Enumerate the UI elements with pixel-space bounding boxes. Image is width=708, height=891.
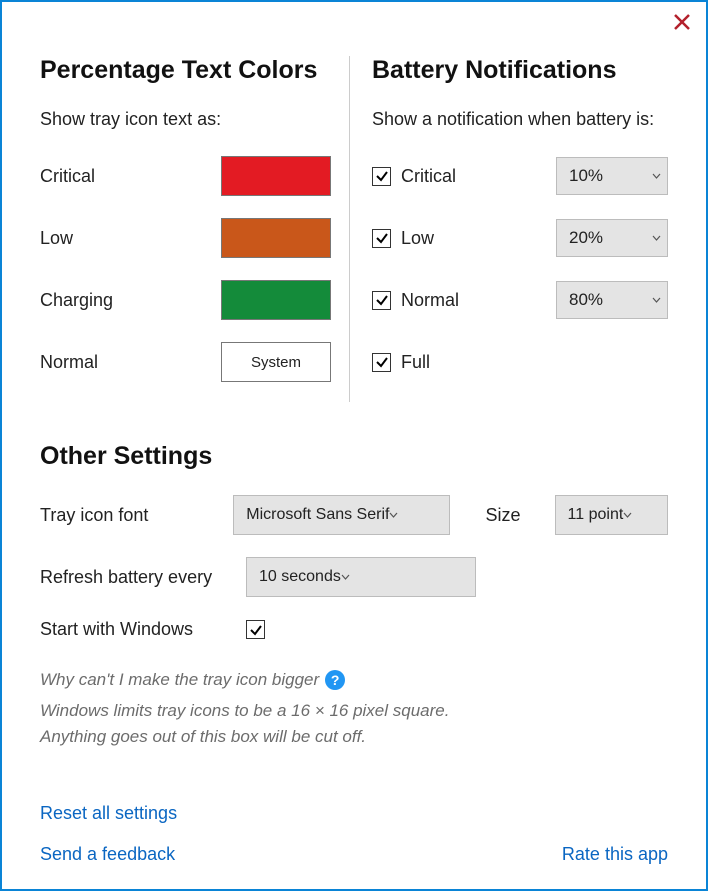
refresh-dropdown[interactable]: 10 seconds [246,557,476,597]
dropdown-value: Microsoft Sans Serif [246,506,389,524]
notify-critical-checkbox[interactable] [372,167,391,186]
notify-low-checkbox[interactable] [372,229,391,248]
rate-app-link[interactable]: Rate this app [562,844,668,865]
notify-low-dropdown[interactable]: 20% [556,219,668,257]
reset-settings-link[interactable]: Reset all settings [40,803,668,824]
notify-critical-dropdown[interactable]: 10% [556,157,668,195]
dropdown-value: 10 seconds [259,568,341,586]
startup-checkbox[interactable] [246,620,265,639]
notify-normal-dropdown[interactable]: 80% [556,281,668,319]
faq-question: Why can't I make the tray icon bigger [40,670,319,690]
color-label: Normal [40,352,221,373]
notify-full-label: Full [401,352,430,373]
section-title-other: Other Settings [40,442,668,471]
other-settings-section: Other Settings Tray icon font Microsoft … [40,442,668,749]
close-button[interactable] [672,12,692,32]
color-row-low: Low [40,216,331,260]
font-row: Tray icon font Microsoft Sans Serif Size… [40,495,668,535]
dropdown-value: 10% [569,166,603,186]
color-label: Charging [40,290,221,311]
color-row-normal: Normal System [40,340,331,384]
close-icon [672,12,692,32]
faq-block: Why can't I make the tray icon bigger ? … [40,670,668,749]
notify-full-checkbox[interactable] [372,353,391,372]
chevron-down-icon [651,295,661,305]
color-label: Low [40,228,221,249]
color-swatch-charging[interactable] [221,280,331,320]
chevron-down-icon [389,512,398,518]
startup-label: Start with Windows [40,619,230,640]
size-label: Size [486,505,521,526]
color-row-charging: Charging [40,278,331,322]
font-label: Tray icon font [40,505,217,526]
startup-row: Start with Windows [40,619,668,640]
notify-low-label: Low [401,228,434,249]
notify-row-full: Full [372,340,668,384]
check-icon [375,169,389,183]
dropdown-value: 20% [569,228,603,248]
check-icon [249,623,263,637]
color-swatch-normal[interactable]: System [221,342,331,382]
help-icon[interactable]: ? [325,670,345,690]
font-dropdown[interactable]: Microsoft Sans Serif [233,495,449,535]
colors-subtitle: Show tray icon text as: [40,109,331,130]
check-icon [375,231,389,245]
footer-links: Reset all settings Send a feedback Rate … [40,803,668,865]
refresh-label: Refresh battery every [40,567,230,588]
dropdown-value: 80% [569,290,603,310]
check-icon [375,355,389,369]
percentage-colors-section: Percentage Text Colors Show tray icon te… [40,56,350,402]
notify-row-critical: Critical 10% [372,154,668,198]
notifications-subtitle: Show a notification when battery is: [372,109,668,130]
color-row-critical: Critical [40,154,331,198]
section-title-colors: Percentage Text Colors [40,56,331,85]
color-label: Critical [40,166,221,187]
chevron-down-icon [623,512,632,518]
settings-window: Percentage Text Colors Show tray icon te… [0,0,708,891]
size-dropdown[interactable]: 11 point [555,495,668,535]
notify-row-normal: Normal 80% [372,278,668,322]
faq-answer: Windows limits tray icons to be a 16 × 1… [40,698,668,749]
notifications-section: Battery Notifications Show a notificatio… [350,56,668,402]
notify-normal-label: Normal [401,290,459,311]
notify-critical-label: Critical [401,166,456,187]
color-swatch-critical[interactable] [221,156,331,196]
dropdown-value: 11 point [568,506,624,524]
chevron-down-icon [341,574,350,580]
chevron-down-icon [651,171,661,181]
check-icon [375,293,389,307]
refresh-row: Refresh battery every 10 seconds [40,557,668,597]
notify-row-low: Low 20% [372,216,668,260]
color-swatch-low[interactable] [221,218,331,258]
section-title-notifications: Battery Notifications [372,56,668,85]
chevron-down-icon [651,233,661,243]
notify-normal-checkbox[interactable] [372,291,391,310]
